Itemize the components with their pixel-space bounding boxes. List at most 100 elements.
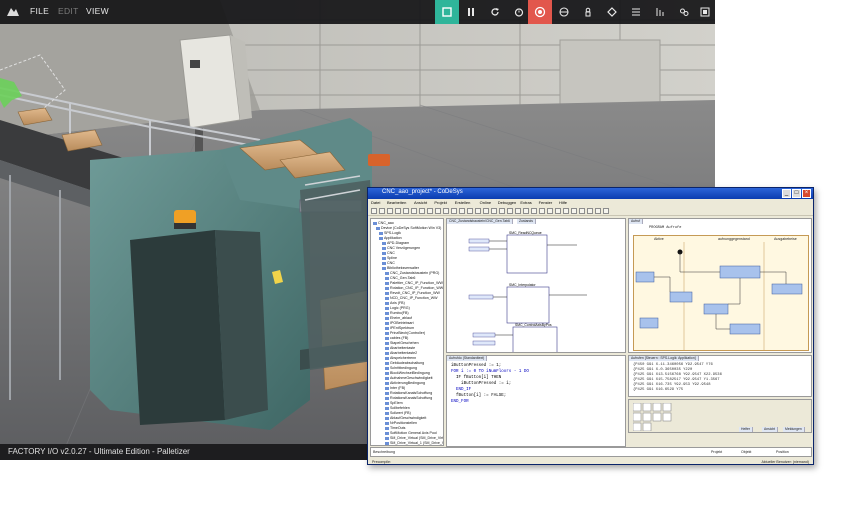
codesys-titlebar[interactable]: CNC_aao_project* - CoDeSys _ □ × [368,188,813,199]
tree-item[interactable]: CNC_aao [373,221,394,225]
tab-sfc[interactable]: Aufruf [629,219,644,224]
toolbar-button-icon[interactable] [507,208,513,214]
toolbar-button-icon[interactable] [555,208,561,214]
tree-item[interactable]: Revolt_CNC_IP_Function_WW [385,291,440,295]
tree-item[interactable]: CNC [382,251,395,255]
tab-watch[interactable]: Aufrufen [Steuern : SPS-Logik: Applikati… [629,356,699,361]
toolbar-button-icon[interactable] [531,208,537,214]
toolbar-button-icon[interactable] [387,208,393,214]
tab-helfer[interactable]: Helfer [739,427,754,432]
toolbar-button-icon[interactable] [499,208,505,214]
toolbar-button-icon[interactable] [435,208,441,214]
list-icon[interactable] [624,0,648,24]
toolbar-button-icon[interactable] [395,208,401,214]
tree-item[interactable]: Palettier_CNC_IP_Function_WW [385,281,443,285]
tree-item[interactable]: Sollbefehlen [385,406,410,410]
toolbar-button-icon[interactable] [443,208,449,214]
tree-item[interactable]: APD-Diagram [382,241,409,245]
toolbar-button-icon[interactable] [547,208,553,214]
tree-item[interactable]: Spline [382,256,397,260]
tab-ansicht[interactable]: Ansicht [762,427,779,432]
codesys-menu-item[interactable]: Ansicht [414,200,427,205]
fly-icon[interactable] [600,0,624,24]
tree-item[interactable]: SPS-Logik [379,231,401,235]
toolbar-button-icon[interactable] [603,208,609,214]
minimize-icon[interactable]: _ [782,189,791,198]
tree-item[interactable]: RotationsKanalsSchoffung [385,396,432,400]
tree-item[interactable]: AblaufGeschwindigkeit [385,416,426,420]
codesys-menu-item[interactable]: Datei [371,200,380,205]
toolbar-button-icon[interactable] [563,208,569,214]
codesys-menu-item[interactable]: Fenster [539,200,553,205]
tree-item[interactable]: SM_Drive_Virtual_1 (SM_Drive_Virtual) [385,441,443,445]
tree-item[interactable]: Rotation_CNC_IP_Function_WW [385,286,443,290]
codesys-menu-item[interactable]: Online [480,200,492,205]
tree-item[interactable]: Rumbo(FB) [385,311,409,315]
tree-item[interactable]: Abspeichertrenn [385,356,416,360]
tree-item[interactable]: Logic (PRG) [385,306,410,310]
toolbar-button-icon[interactable] [419,208,425,214]
cnc-watch-panel[interactable]: Aufrufen [Steuern : SPS-Logik: Applikati… [628,355,812,397]
tree-item[interactable]: SoftMotion General Axis Pool [385,431,437,435]
tree-item[interactable]: Inter (FB) [385,386,405,390]
tree-item[interactable]: SpElem [385,401,403,405]
tree-item[interactable]: PrinzBlech(Controller) [385,331,425,335]
toolbar-button-icon[interactable] [467,208,473,214]
tree-item[interactable]: Applikation [379,236,402,240]
toolbar-button-icon[interactable] [475,208,481,214]
toolbar-button-icon[interactable] [403,208,409,214]
codesys-window[interactable]: CNC_aao_project* - CoDeSys _ □ × Datei Be… [367,187,814,465]
codesys-menu-item[interactable]: Hilfe [559,200,567,205]
sfc-editor[interactable]: Aufruf PROGRAM Aufrufe Aktive aufnunggeg… [628,218,812,353]
sensors-icon[interactable] [648,0,672,24]
fullscreen-icon[interactable] [693,0,715,24]
fbd-editor[interactable]: CNC_Zustandsbaustein/CNC_Gen.Tab6 Zustan… [446,218,626,353]
tree-item[interactable]: Gebäudeabschaltung [385,361,424,365]
tab-zustands[interactable]: Zustands [517,219,536,224]
toolbar-button-icon[interactable] [571,208,577,214]
tree-item[interactable]: TimeOuts [385,426,405,430]
codesys-menu-item[interactable]: Debuggen [498,200,516,205]
play-icon[interactable] [435,0,459,24]
tree-item[interactable]: CNC_Zustandsbaustein (PRG) [385,271,439,275]
tree-item[interactable]: SM_Drive_Virtual (SM_Drive_Virtual) [385,436,443,440]
tree-item[interactable]: AufnahmeGeschwindigkeit [385,376,433,380]
toolbar-button-icon[interactable] [523,208,529,214]
st-editor[interactable]: Aufrufdo (Standardtext) iButtonPressed :… [446,355,626,447]
tab-meldungen[interactable]: Meldungen [783,427,805,432]
toolbar-button-icon[interactable] [539,208,545,214]
toolbar-button-icon[interactable] [371,208,377,214]
codesys-menu-item[interactable]: Erstellen [455,200,471,205]
tree-item[interactable]: Axis (FB) [385,301,405,305]
tree-item[interactable]: NCD_CNC_IP_Function_WW [385,296,438,300]
toolbar-button-icon[interactable] [483,208,489,214]
tab-fbd[interactable]: CNC_Zustandsbaustein/CNC_Gen.Tab6 [447,219,513,224]
first-person-icon[interactable] [576,0,600,24]
tree-item[interactable]: NrPositionstellen [385,421,417,425]
toolbar-button-icon[interactable] [451,208,457,214]
codesys-menu-item[interactable]: Bearbeiten [387,200,406,205]
tree-item[interactable]: Bibliotheksverwalter [382,266,419,270]
pause-icon[interactable] [459,0,483,24]
tree-item[interactable]: Device (CoDeSys SoftMotion Win V3) [376,226,441,230]
tree-item[interactable]: CNC_Gen.Tab6 [385,276,415,280]
reset-icon[interactable] [483,0,507,24]
tab-st[interactable]: Aufrufdo (Standardtext) [447,356,488,361]
codesys-menu-item[interactable]: Extras [520,200,531,205]
menu-edit[interactable]: EDIT [58,6,79,16]
tree-item[interactable]: Abarbeitentaste2 [385,351,417,355]
toolbar-button-icon[interactable] [491,208,497,214]
tree-item[interactable]: Abarbeitentaste [385,346,415,350]
menu-view[interactable]: VIEW [86,6,109,16]
toolbar-button-icon[interactable] [515,208,521,214]
toolbar-button-icon[interactable] [379,208,385,214]
toolbar-button-icon[interactable] [459,208,465,214]
toolbar-button-icon[interactable] [587,208,593,214]
record-icon[interactable] [528,0,552,24]
tree-item[interactable]: IPOBetriebsart [385,321,414,325]
toolbar-button-icon[interactable] [427,208,433,214]
codesys-menu-item[interactable]: Projekt [434,200,446,205]
tree-item[interactable]: Schrittbedingung [385,366,417,370]
tree-item[interactable]: CNC [382,261,395,265]
toolbar-button-icon[interactable] [595,208,601,214]
